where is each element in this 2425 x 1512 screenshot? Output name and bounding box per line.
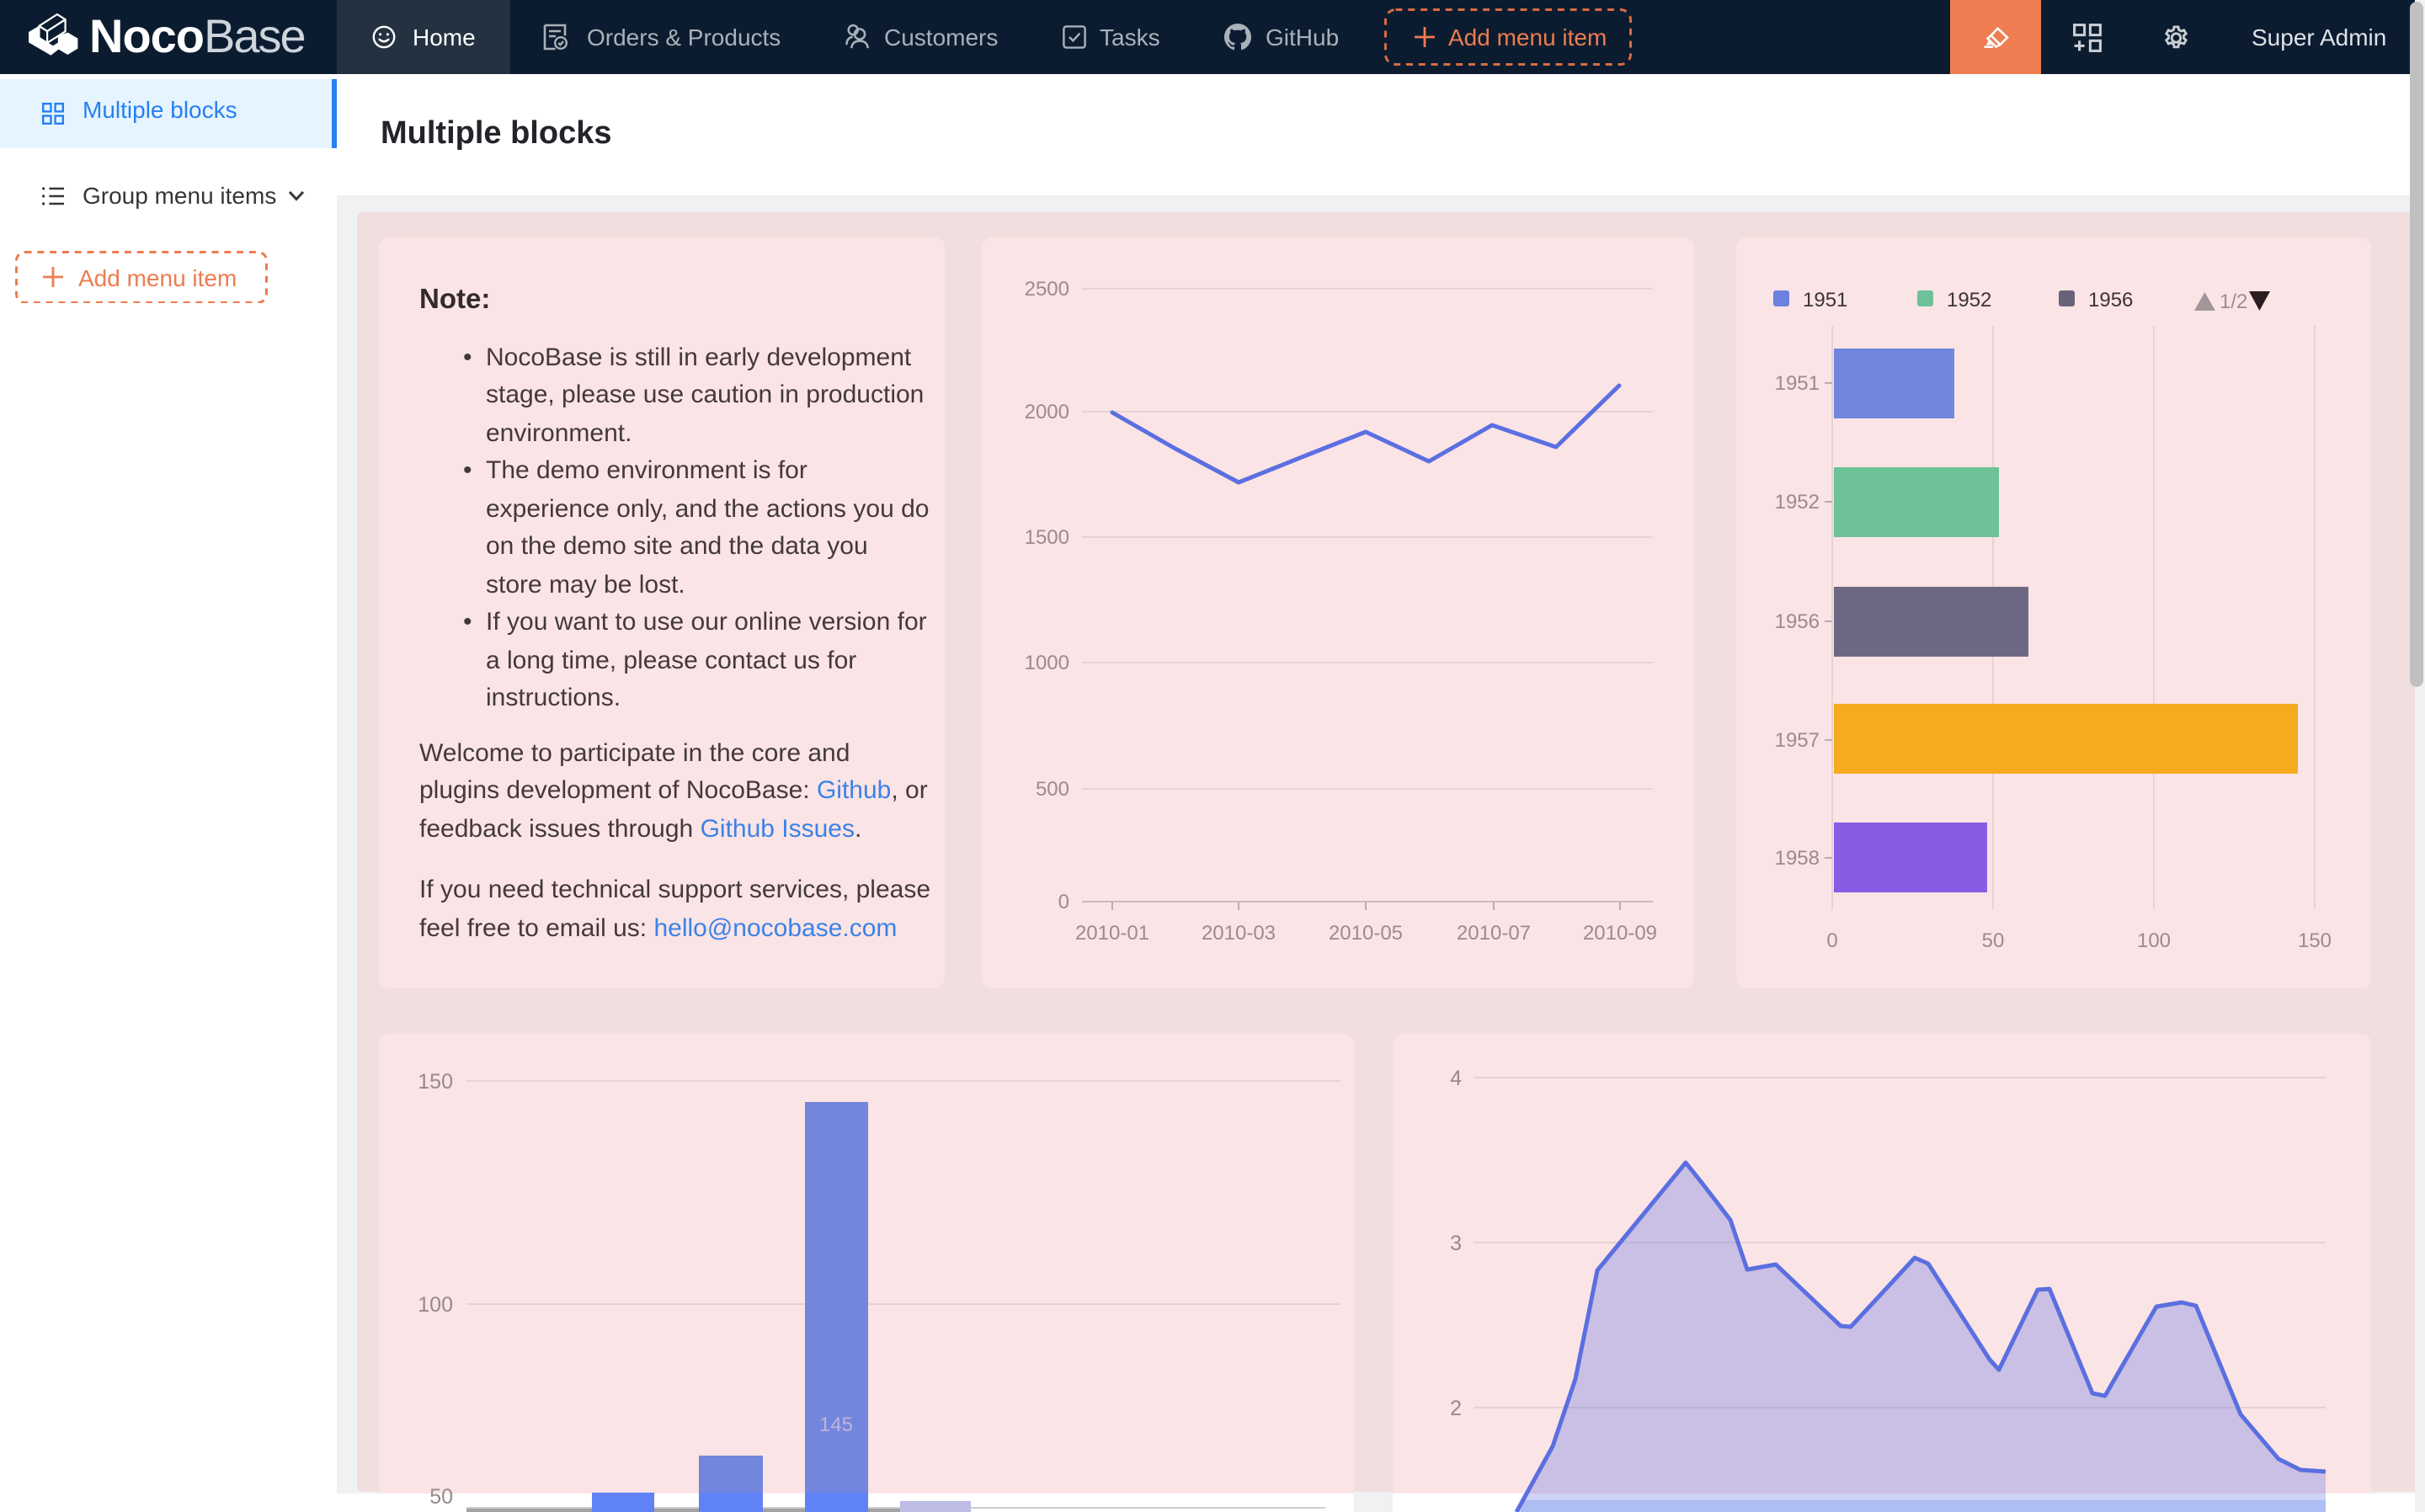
svg-text:50: 50 xyxy=(429,1485,452,1509)
svg-text:1958: 1958 xyxy=(1774,846,1819,869)
svg-text:1500: 1500 xyxy=(1025,525,1069,548)
svg-text:150: 150 xyxy=(2297,929,2331,951)
svg-text:2010-03: 2010-03 xyxy=(1202,921,1276,944)
svg-text:0: 0 xyxy=(1058,890,1069,913)
svg-text:150: 150 xyxy=(417,1070,452,1094)
svg-text:500: 500 xyxy=(1036,777,1069,800)
svg-text:50: 50 xyxy=(1981,929,2004,951)
svg-text:3: 3 xyxy=(1450,1232,1462,1255)
svg-text:1956: 1956 xyxy=(2087,288,2132,311)
svg-text:2010-01: 2010-01 xyxy=(1075,921,1149,944)
svg-text:100: 100 xyxy=(417,1293,452,1317)
svg-text:2000: 2000 xyxy=(1025,400,1069,423)
svg-text:0: 0 xyxy=(1825,929,1836,951)
svg-text:1957: 1957 xyxy=(1774,728,1819,751)
svg-text:2: 2 xyxy=(1450,1397,1462,1420)
svg-text:1/2: 1/2 xyxy=(2219,290,2246,312)
svg-text:145: 145 xyxy=(818,1414,852,1436)
svg-text:2500: 2500 xyxy=(1025,277,1069,300)
svg-text:1956: 1956 xyxy=(1774,610,1819,632)
svg-text:2010-09: 2010-09 xyxy=(1583,921,1657,944)
svg-text:2010-07: 2010-07 xyxy=(1457,921,1531,944)
svg-text:2010-05: 2010-05 xyxy=(1329,921,1403,944)
svg-text:100: 100 xyxy=(2136,929,2170,951)
svg-text:1951: 1951 xyxy=(1802,288,1847,311)
svg-text:1000: 1000 xyxy=(1025,651,1069,673)
svg-text:1951: 1951 xyxy=(1774,371,1819,394)
svg-text:4: 4 xyxy=(1450,1067,1462,1090)
svg-text:1952: 1952 xyxy=(1774,490,1819,513)
svg-text:1952: 1952 xyxy=(1946,288,1991,311)
